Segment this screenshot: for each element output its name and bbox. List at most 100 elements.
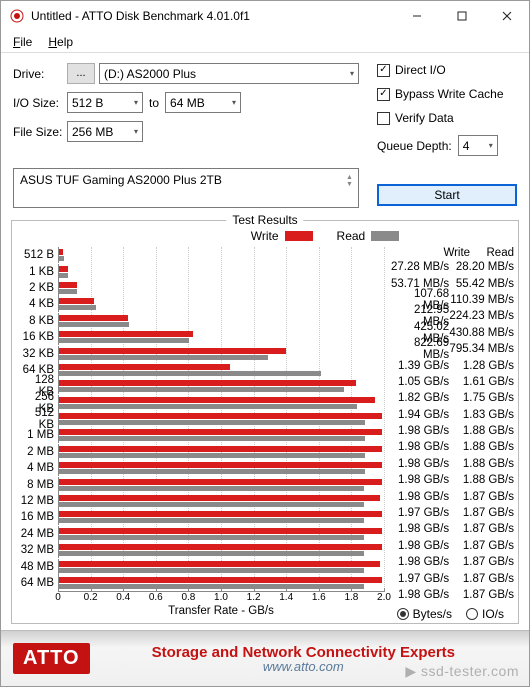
read-value: 110.39 MB/s: [449, 294, 514, 306]
row-label: 4 MB: [18, 462, 58, 474]
value-row: 1.98 GB/s 1.87 GB/s: [390, 488, 514, 504]
read-bar: [59, 486, 364, 491]
browse-button[interactable]: ...: [67, 63, 95, 84]
verify-data-checkbox[interactable]: Verify Data: [377, 111, 517, 125]
read-value: 1.87 GB/s: [449, 573, 514, 585]
write-value: 1.98 GB/s: [390, 425, 449, 437]
value-row: 1.98 GB/s 1.88 GB/s: [390, 472, 514, 488]
tick-label: 0: [55, 592, 61, 603]
write-swatch: [285, 231, 313, 241]
bar-group: [58, 559, 384, 575]
write-bar: [59, 282, 77, 288]
value-row: 822.69 MB/s 795.34 MB/s: [390, 341, 514, 357]
value-row: 1.97 GB/s 1.87 GB/s: [390, 570, 514, 586]
queue-depth-select[interactable]: 4 ▾: [458, 135, 498, 156]
chevron-down-icon: ▾: [134, 127, 138, 136]
read-value: 1.28 GB/s: [449, 360, 514, 372]
read-value: 55.42 MB/s: [449, 278, 514, 290]
chart-row: 4 KB: [18, 296, 384, 312]
bar-group: [58, 378, 384, 394]
bar-group: [58, 395, 384, 411]
chevron-down-icon: ▾: [489, 141, 493, 150]
write-bar: [59, 413, 382, 419]
bar-group: [58, 247, 384, 263]
chart-row: 4 MB: [18, 460, 384, 476]
bar-group: [58, 509, 384, 525]
value-row: 1.98 GB/s 1.87 GB/s: [390, 587, 514, 603]
maximize-button[interactable]: [439, 1, 484, 31]
bytes-radio[interactable]: Bytes/s: [397, 607, 452, 621]
read-value: 1.88 GB/s: [449, 425, 514, 437]
description-textarea[interactable]: ASUS TUF Gaming AS2000 Plus 2TB ▲▼: [13, 168, 359, 208]
row-label: 32 MB: [18, 544, 58, 556]
menu-help[interactable]: Help: [40, 33, 81, 51]
chart-row: 1 MB: [18, 427, 384, 443]
minimize-button[interactable]: [394, 1, 439, 31]
write-value: 1.82 GB/s: [390, 392, 449, 404]
filesize-select[interactable]: 256 MB ▾: [67, 121, 143, 142]
row-label: 16 MB: [18, 511, 58, 523]
read-value: 1.61 GB/s: [449, 376, 514, 388]
read-bar: [59, 338, 189, 343]
row-label: 512 KB: [18, 407, 58, 431]
write-bar: [59, 380, 356, 386]
chart-row: 512 KB: [18, 411, 384, 427]
bar-group: [58, 493, 384, 509]
read-value: 1.87 GB/s: [449, 589, 514, 601]
bar-group: [58, 280, 384, 296]
results-title: Test Results: [226, 213, 303, 227]
value-row: 1.82 GB/s 1.75 GB/s: [390, 390, 514, 406]
write-value: 1.98 GB/s: [390, 441, 449, 453]
direct-io-checkbox[interactable]: ✓ Direct I/O: [377, 63, 517, 77]
value-row: 1.98 GB/s 1.88 GB/s: [390, 456, 514, 472]
menubar: File Help: [1, 31, 529, 53]
tick-label: 1.0: [214, 592, 228, 603]
iosize-to-select[interactable]: 64 MB ▾: [165, 92, 241, 113]
read-value: 795.34 MB/s: [449, 343, 514, 355]
read-bar: [59, 273, 68, 278]
read-bar: [59, 355, 268, 360]
write-bar: [59, 315, 128, 321]
read-bar: [59, 453, 365, 458]
row-label: 64 MB: [18, 577, 58, 589]
menu-file[interactable]: File: [5, 33, 40, 51]
chart-row: 16 KB: [18, 329, 384, 345]
write-bar: [59, 561, 380, 567]
io-radio[interactable]: IO/s: [466, 607, 504, 621]
chevron-down-icon: ▾: [232, 98, 236, 107]
write-bar: [59, 429, 382, 435]
bar-group: [58, 411, 384, 427]
read-bar: [59, 387, 344, 392]
write-value: 27.28 MB/s: [390, 261, 449, 273]
start-button[interactable]: Start: [377, 184, 517, 206]
bar-group: [58, 362, 384, 378]
chart-legend: Write Read: [138, 229, 512, 243]
bar-group: [58, 329, 384, 345]
read-bar: [59, 535, 364, 540]
write-bar: [59, 446, 382, 452]
read-value: 1.87 GB/s: [449, 523, 514, 535]
col-write: Write: [430, 247, 470, 259]
read-value: 1.88 GB/s: [449, 458, 514, 470]
read-bar: [59, 256, 64, 261]
value-row: 1.05 GB/s 1.61 GB/s: [390, 374, 514, 390]
write-bar: [59, 462, 382, 468]
iosize-from-select[interactable]: 512 B ▾: [67, 92, 143, 113]
chart-row: 2 MB: [18, 444, 384, 460]
tick-label: 0.2: [84, 592, 98, 603]
drive-select[interactable]: (D:) AS2000 Plus ▾: [99, 63, 359, 84]
value-row: 1.98 GB/s 1.87 GB/s: [390, 521, 514, 537]
read-swatch: [371, 231, 399, 241]
chart-row: 32 MB: [18, 542, 384, 558]
scroll-arrows-icon[interactable]: ▲▼: [342, 177, 357, 185]
bar-group: [58, 477, 384, 493]
read-value: 28.20 MB/s: [449, 261, 514, 273]
chart-row: 16 MB: [18, 509, 384, 525]
x-axis-label: Transfer Rate - GB/s: [58, 605, 384, 617]
write-bar: [59, 331, 193, 337]
chevron-down-icon: ▾: [350, 69, 354, 78]
bypass-cache-checkbox[interactable]: ✓ Bypass Write Cache: [377, 87, 517, 101]
window-title: Untitled - ATTO Disk Benchmark 4.01.0f1: [25, 9, 394, 23]
bar-group: [58, 313, 384, 329]
close-button[interactable]: [484, 1, 529, 31]
